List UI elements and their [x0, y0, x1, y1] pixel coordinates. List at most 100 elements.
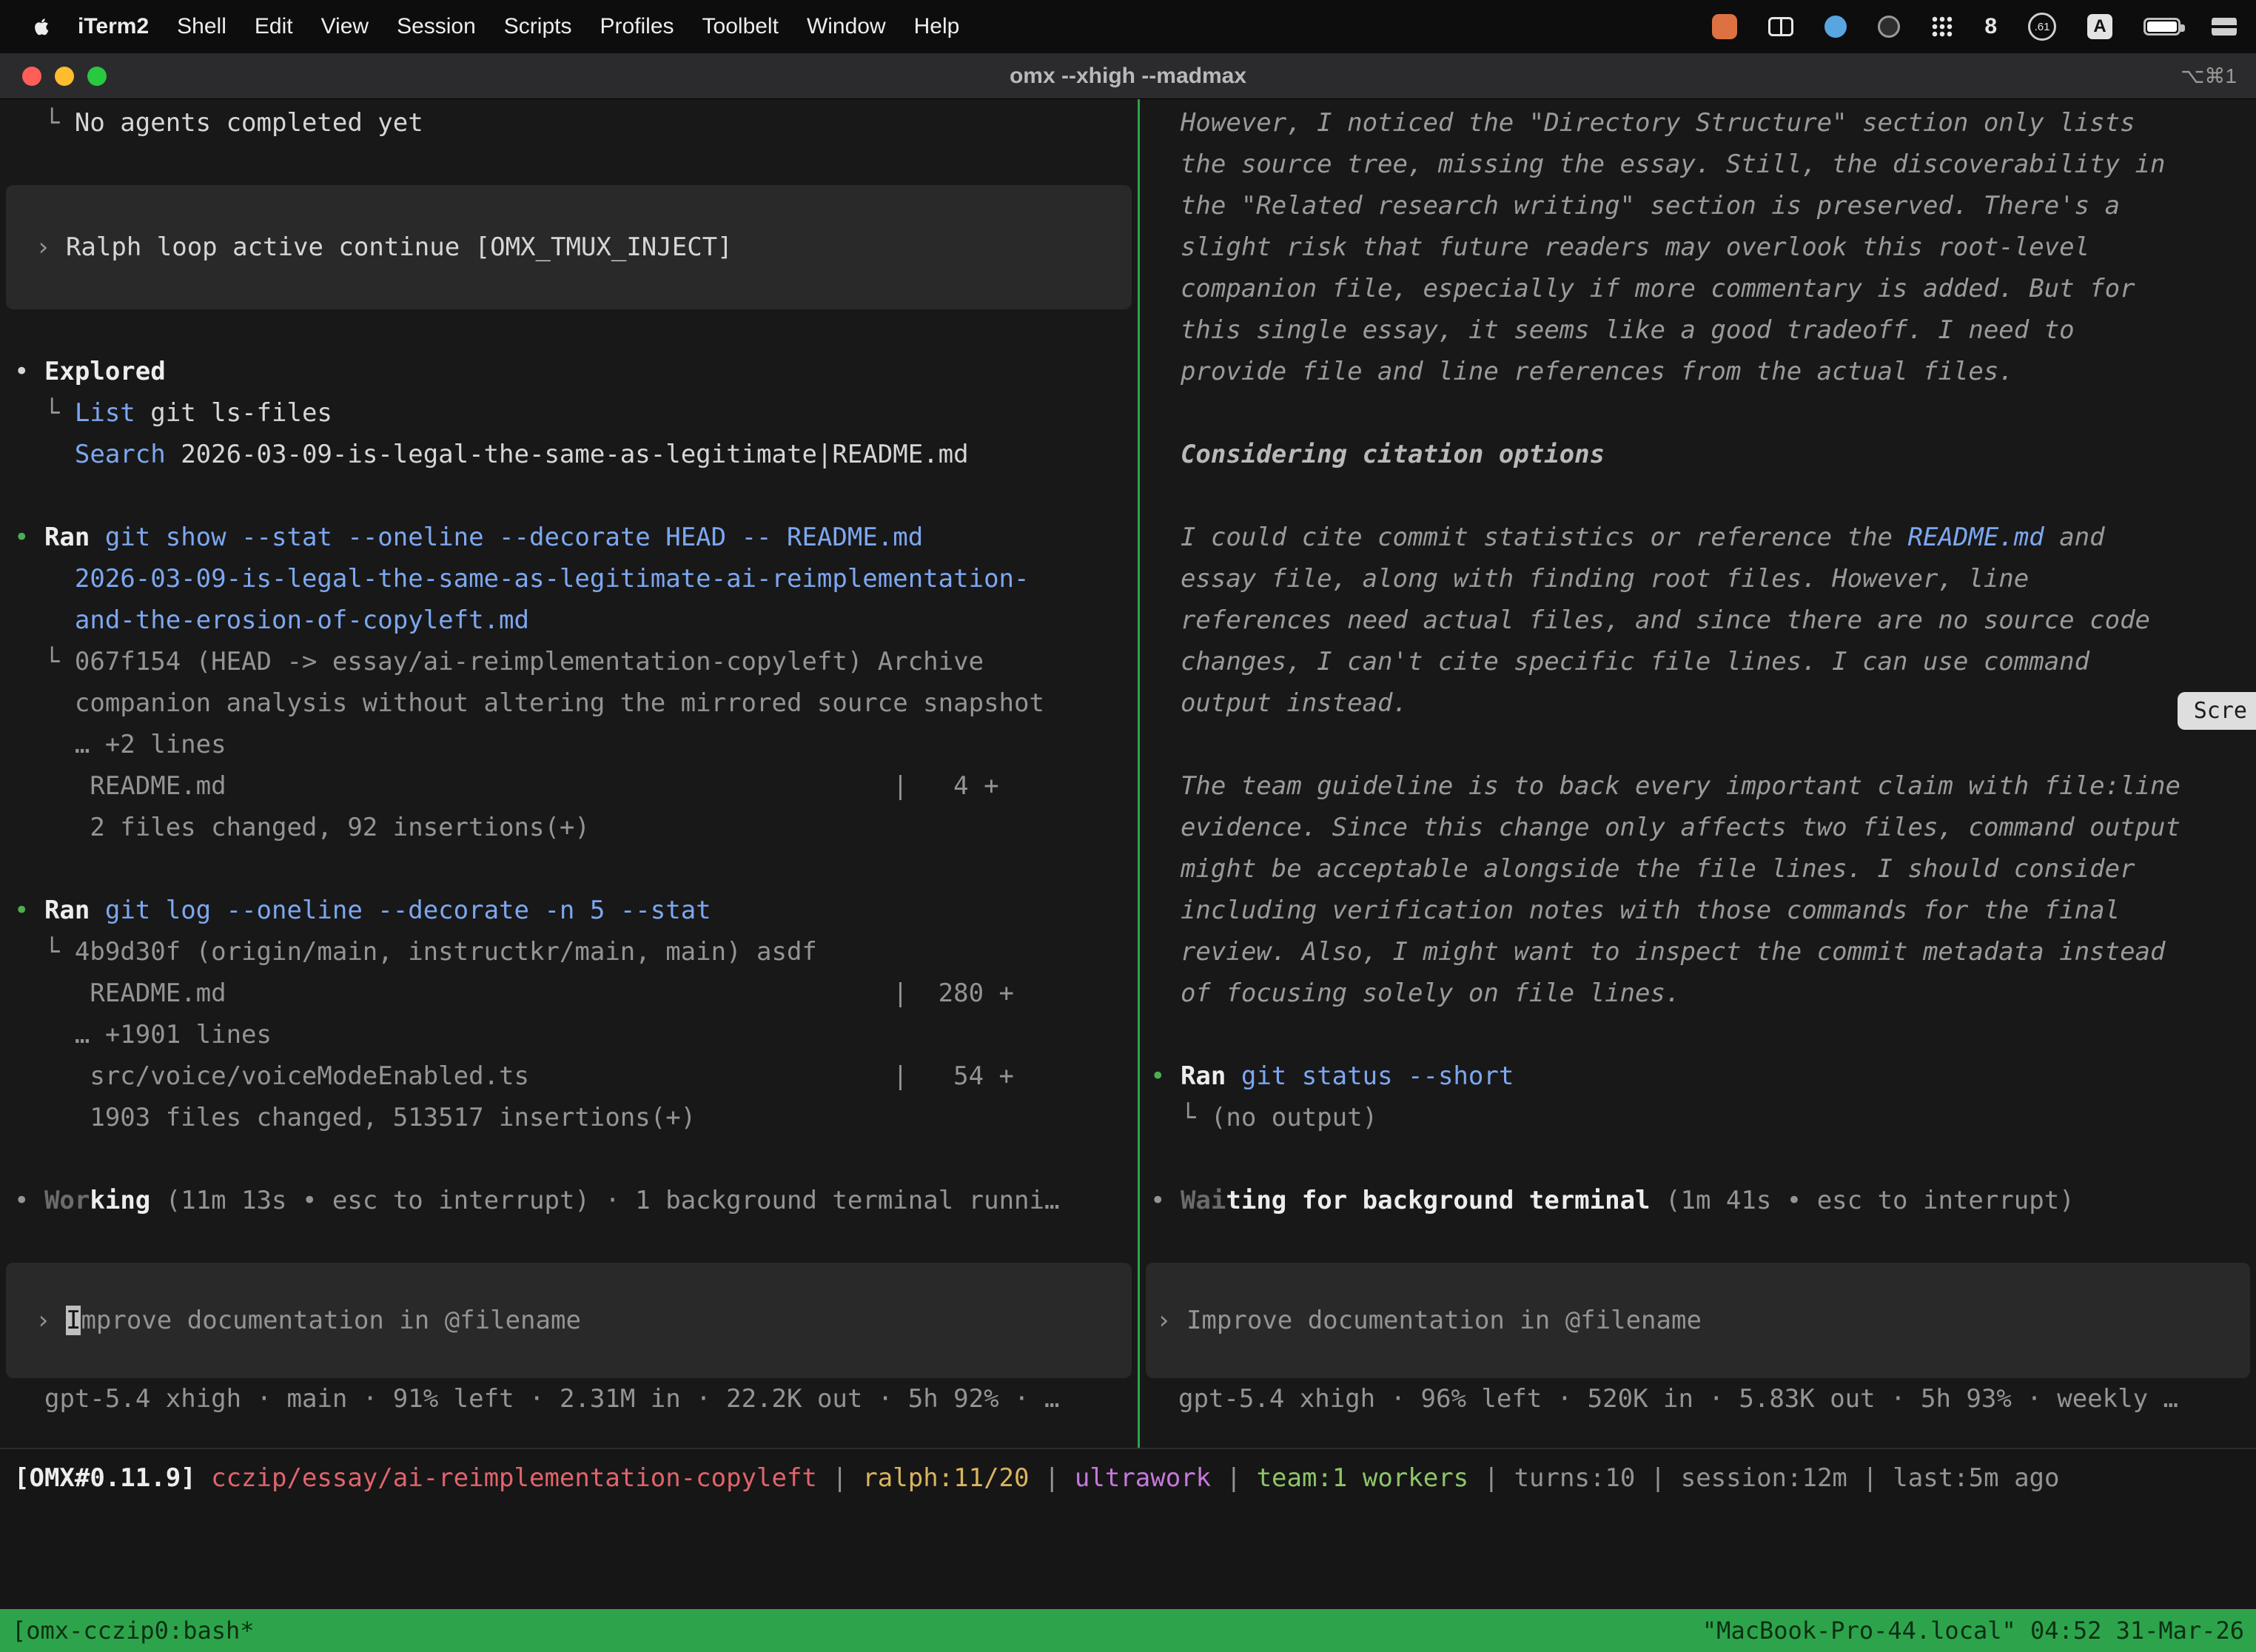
app-icon-blue[interactable] — [1824, 16, 1847, 38]
blank-line — [0, 475, 1138, 517]
terminal-line: … +1901 lines — [0, 1014, 1138, 1055]
omx-status-segment: team:1 workers — [1257, 1463, 1469, 1493]
terminal-line: src/voice/voiceModeEnabled.ts | 54 + — [0, 1055, 1138, 1097]
menu-item-shell[interactable]: Shell — [163, 14, 241, 38]
app-icon-dark[interactable] — [1878, 16, 1900, 38]
menu-item-profiles[interactable]: Profiles — [585, 14, 688, 38]
omx-status-segment: | — [817, 1463, 862, 1493]
terminal-line: and-the-erosion-of-copyleft.md — [0, 600, 1138, 641]
inject-banner: › Ralph loop active continue [OMX_TMUX_I… — [6, 185, 1132, 309]
terminal-line: changes, I can't cite specific file line… — [1140, 641, 2256, 682]
menu-item-edit[interactable]: Edit — [241, 14, 307, 38]
terminal-pane-right[interactable]: However, I noticed the "Directory Struct… — [1140, 99, 2256, 1448]
omx-status-bar: [OMX#0.11.9] cczip/essay/ai-reimplementa… — [0, 1449, 2256, 1507]
battery-icon[interactable] — [2143, 18, 2181, 36]
terminal-line: including verification notes with those … — [1140, 890, 2256, 931]
omx-status-segment: ultrawork — [1075, 1463, 1211, 1493]
minimize-window-button[interactable] — [55, 67, 74, 86]
blank-line — [1140, 1221, 2256, 1263]
terminal-line: this single essay, it seems like a good … — [1140, 309, 2256, 351]
terminal-line: companion file, especially if more comme… — [1140, 268, 2256, 309]
window-manager-icon[interactable] — [1768, 17, 1793, 36]
terminal-line: • Ran git status --short — [1140, 1055, 2256, 1097]
apple-icon — [31, 16, 52, 37]
terminal-line: • Ran git log --oneline --decorate -n 5 … — [0, 890, 1138, 931]
terminal-line: └ List git ls-files — [0, 392, 1138, 434]
terminal-line: However, I noticed the "Directory Struct… — [1140, 102, 2256, 144]
menu-item-toolbelt[interactable]: Toolbelt — [688, 14, 793, 38]
terminal-line: 2 files changed, 92 insertions(+) — [0, 807, 1138, 848]
terminal-line: output instead. — [1140, 682, 2256, 724]
menu-item-window[interactable]: Window — [793, 14, 900, 38]
menu-item-help[interactable]: Help — [900, 14, 974, 38]
terminal-line: Considering citation options — [1140, 434, 2256, 475]
blank-line — [0, 1221, 1138, 1263]
terminal-line: evidence. Since this change only affects… — [1140, 807, 2256, 848]
zoom-window-button[interactable] — [87, 67, 107, 86]
blank-line — [0, 144, 1138, 185]
terminal-area: └ No agents completed yet › Ralph loop ac… — [0, 99, 2256, 1449]
numeric-key-icon[interactable]: 8 — [1984, 14, 1997, 39]
prompt-input[interactable]: › Improve documentation in @filename — [6, 1263, 1132, 1378]
blank-line — [1140, 724, 2256, 765]
terminal-line: provide file and line references from th… — [1140, 351, 2256, 392]
terminal-line: └ No agents completed yet — [0, 102, 1138, 144]
terminal-line: essay file, along with finding root file… — [1140, 558, 2256, 600]
close-window-button[interactable] — [22, 67, 41, 86]
omx-status-segment: cczip/essay/ai-reimplementation-copyleft — [211, 1463, 817, 1493]
omx-status-segment: | turns:10 | session:12m | last:5m ago — [1468, 1463, 2059, 1493]
model-status-line: gpt-5.4 xhigh · 96% left · 520K in · 5.8… — [1140, 1378, 2256, 1420]
prompt-input[interactable]: › Improve documentation in @filename — [1146, 1263, 2250, 1378]
tmux-session-window-label: [omx-cczip0:bash* — [12, 1616, 255, 1645]
screen-share-overlay-button[interactable]: Scre — [2178, 692, 2256, 730]
menu-bar: iTerm2ShellEditViewSessionScriptsProfile… — [0, 0, 2256, 53]
terminal-line: • Working (11m 13s • esc to interrupt) ·… — [0, 1180, 1138, 1221]
terminal-line: might be acceptable alongside the file l… — [1140, 848, 2256, 890]
title-bar: omx --xhigh --madmax ⌥⌘1 — [0, 53, 2256, 99]
terminal-line: 1903 files changed, 513517 insertions(+) — [0, 1097, 1138, 1138]
terminal-line: README.md | 280 + — [0, 973, 1138, 1014]
terminal-line: • Explored — [0, 351, 1138, 392]
terminal-line: └ (no output) — [1140, 1097, 2256, 1138]
model-status-line: gpt-5.4 xhigh · main · 91% left · 2.31M … — [0, 1378, 1138, 1420]
window-controls — [22, 67, 107, 86]
terminal-line: of focusing solely on file lines. — [1140, 973, 2256, 1014]
terminal-line: • Waiting for background terminal (1m 41… — [1140, 1180, 2256, 1221]
menu-item-view[interactable]: View — [307, 14, 383, 38]
terminal-line: companion analysis without altering the … — [0, 682, 1138, 724]
omx-status-segment: | — [1211, 1463, 1256, 1493]
terminal-line: I could cite commit statistics or refere… — [1140, 517, 2256, 558]
blank-line — [0, 1138, 1138, 1180]
terminal-line: the source tree, missing the essay. Stil… — [1140, 144, 2256, 185]
control-center-icon[interactable] — [2212, 17, 2237, 36]
terminal-filler — [0, 1507, 2256, 1609]
menu-item-scripts[interactable]: Scripts — [490, 14, 586, 38]
blank-line — [0, 309, 1138, 351]
terminal-line: └ 4b9d30f (origin/main, instructkr/main,… — [0, 931, 1138, 973]
tmux-status-bar: [omx-cczip0:bash* "MacBook-Pro-44.local"… — [0, 1609, 2256, 1652]
blank-line — [1140, 1138, 2256, 1180]
screen-recording-indicator[interactable] — [1712, 14, 1737, 39]
window-title: omx --xhigh --madmax — [0, 64, 2256, 89]
menu-bar-extras: 8 .61 A — [1712, 13, 2237, 41]
terminal-line: … +2 lines — [0, 724, 1138, 765]
menu-item-iterm2[interactable]: iTerm2 — [64, 14, 163, 38]
menu-item-session[interactable]: Session — [383, 14, 490, 38]
terminal-line: Search 2026-03-09-is-legal-the-same-as-l… — [0, 434, 1138, 475]
battery-percent-badge[interactable]: .61 — [2028, 13, 2056, 41]
blank-line — [1140, 392, 2256, 434]
terminal-line: review. Also, I might want to inspect th… — [1140, 931, 2256, 973]
terminal-line: the "Related research writing" section i… — [1140, 185, 2256, 226]
window-shortcut-badge: ⌥⌘1 — [2181, 64, 2237, 88]
terminal-line: • Ran git show --stat --oneline --decora… — [0, 517, 1138, 558]
terminal-line: The team guideline is to back every impo… — [1140, 765, 2256, 807]
app-grid-icon[interactable] — [1931, 16, 1953, 38]
blank-line — [1140, 1014, 2256, 1055]
omx-status-segment: | — [1030, 1463, 1075, 1493]
tmux-host-clock-label: "MacBook-Pro-44.local" 04:52 31-Mar-26 — [1702, 1616, 2244, 1645]
terminal-pane-left[interactable]: └ No agents completed yet › Ralph loop ac… — [0, 99, 1138, 1448]
input-source-icon[interactable]: A — [2087, 14, 2112, 39]
omx-status-segment: ralph:11/20 — [862, 1463, 1029, 1493]
apple-menu[interactable] — [19, 16, 64, 37]
terminal-line: 2026-03-09-is-legal-the-same-as-legitima… — [0, 558, 1138, 600]
